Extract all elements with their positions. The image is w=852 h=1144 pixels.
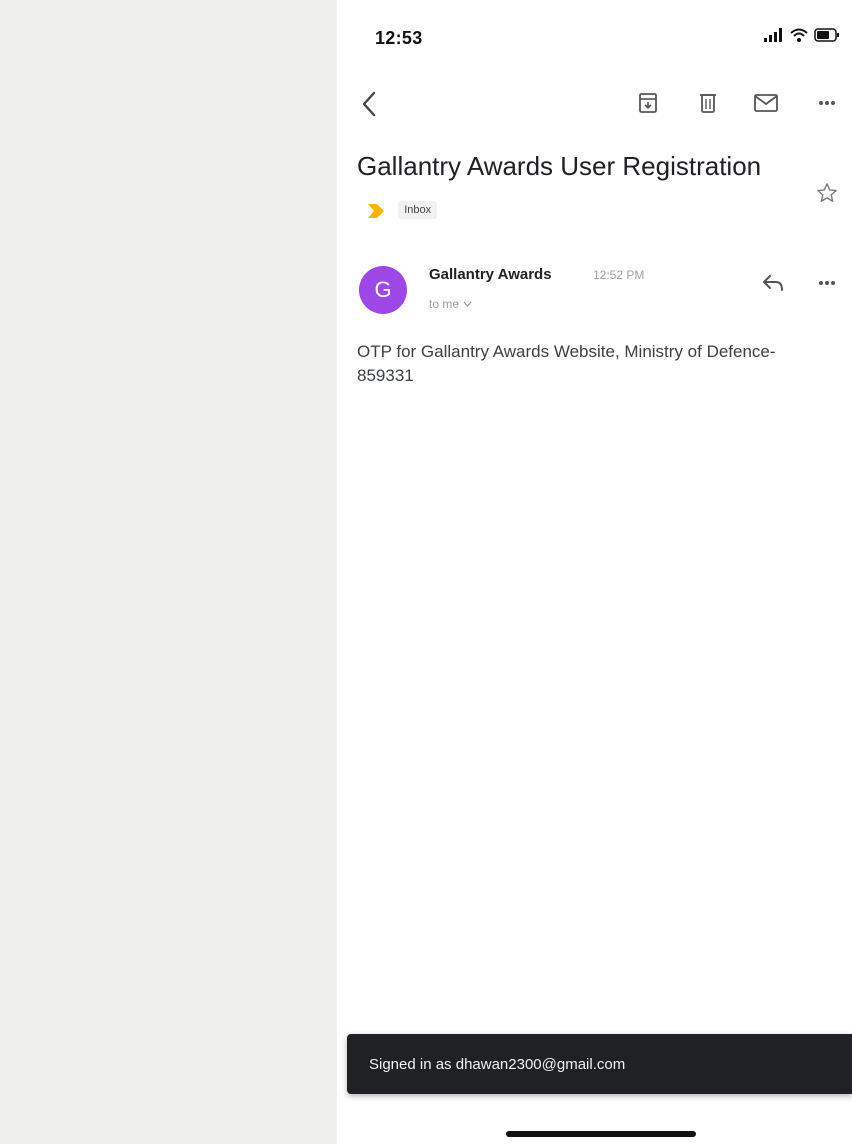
home-indicator[interactable] [506,1131,696,1137]
mail-icon [754,94,778,112]
sender-name: Gallantry Awards [429,266,552,283]
star-button[interactable] [812,178,842,208]
message-more-button[interactable] [812,268,842,298]
status-icons [764,28,840,42]
phone-screen: 12:53 Gallantry Awards User Registration… [337,0,852,1144]
chevron-down-icon [463,301,472,307]
sent-time: 12:52 PM [593,268,645,282]
wifi-icon [790,28,808,42]
reply-button[interactable] [757,268,789,298]
subject-text: Gallantry Awards User Registration [357,151,762,181]
email-subject: Gallantry Awards User Registration Inbox [357,145,767,231]
sender-avatar[interactable]: G [359,266,407,314]
recipient-details-toggle[interactable]: to me [429,297,472,311]
delete-button[interactable] [693,88,723,118]
email-body: OTP for Gallantry Awards Website, Minist… [357,342,776,385]
archive-icon [639,93,657,113]
battery-icon [814,28,839,42]
status-time: 12:53 [375,28,423,48]
signal-icon [764,28,782,42]
back-button[interactable] [355,88,383,120]
inbox-label-chip[interactable]: Inbox [398,201,438,220]
recipient-text: to me [429,297,460,311]
more-horizontal-icon [819,101,835,105]
important-marker-icon[interactable] [367,189,385,231]
left-blank-area [0,0,337,1144]
more-horizontal-icon [819,281,835,285]
mark-unread-button[interactable] [751,88,781,118]
snackbar-text: Signed in as dhawan2300@gmail.com [369,1055,626,1073]
signed-in-snackbar: Signed in as dhawan2300@gmail.com [347,1034,852,1094]
star-icon [817,183,837,202]
back-icon [362,91,376,117]
trash-icon [700,94,716,113]
more-options-button[interactable] [812,88,842,118]
reply-icon [763,275,783,291]
archive-button[interactable] [633,88,663,118]
